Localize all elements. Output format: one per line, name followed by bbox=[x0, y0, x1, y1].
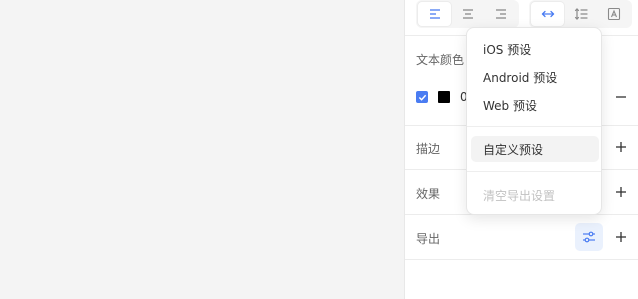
horizontal-resize-icon bbox=[541, 10, 554, 18]
text-align-group bbox=[416, 0, 519, 28]
check-icon bbox=[418, 94, 426, 101]
export-label: 导出 bbox=[416, 232, 441, 246]
color-swatch[interactable] bbox=[438, 91, 450, 103]
sliders-icon bbox=[583, 231, 595, 243]
text-color-label: 文本颜色 bbox=[416, 53, 465, 67]
align-center-icon bbox=[462, 9, 473, 19]
add-effect-button[interactable] bbox=[613, 184, 629, 200]
fixed-size-button[interactable] bbox=[597, 2, 630, 26]
align-left-button[interactable] bbox=[418, 2, 451, 26]
export-presets-button[interactable] bbox=[575, 223, 603, 251]
plus-icon bbox=[616, 187, 626, 197]
add-export-button[interactable] bbox=[613, 229, 629, 245]
align-center-button[interactable] bbox=[451, 2, 484, 26]
canvas-area[interactable] bbox=[0, 0, 405, 299]
menu-separator bbox=[467, 126, 601, 127]
export-preset-menu: iOS 预设 Android 预设 Web 预设 自定义预设 清空导出设置 bbox=[466, 27, 602, 215]
text-box-icon bbox=[607, 7, 620, 21]
text-toolbar bbox=[416, 0, 632, 28]
add-stroke-button[interactable] bbox=[613, 139, 629, 155]
align-right-icon bbox=[495, 9, 506, 19]
minus-icon bbox=[616, 96, 626, 98]
stroke-label: 描边 bbox=[416, 142, 441, 156]
line-height-button[interactable] bbox=[564, 2, 597, 26]
menu-separator bbox=[467, 171, 601, 172]
text-color-row: 0 bbox=[416, 90, 468, 104]
menu-item-clear-export-settings: 清空导出设置 bbox=[483, 189, 556, 203]
align-left-icon bbox=[429, 9, 440, 19]
effects-label: 效果 bbox=[416, 187, 441, 201]
menu-item-web-preset[interactable]: Web 预设 bbox=[483, 97, 537, 114]
align-right-button[interactable] bbox=[484, 2, 517, 26]
fill-visibility-checkbox[interactable] bbox=[416, 91, 428, 103]
menu-item-ios-preset[interactable]: iOS 预设 bbox=[483, 41, 531, 58]
divider bbox=[405, 259, 638, 260]
plus-icon bbox=[616, 232, 626, 242]
menu-item-custom-preset[interactable]: 自定义预设 bbox=[471, 136, 599, 162]
plus-icon bbox=[616, 142, 626, 152]
text-sizing-group bbox=[529, 0, 632, 28]
auto-width-button[interactable] bbox=[531, 2, 564, 26]
menu-item-android-preset[interactable]: Android 预设 bbox=[483, 69, 557, 86]
remove-fill-button[interactable] bbox=[613, 89, 629, 105]
line-height-icon bbox=[574, 8, 588, 20]
